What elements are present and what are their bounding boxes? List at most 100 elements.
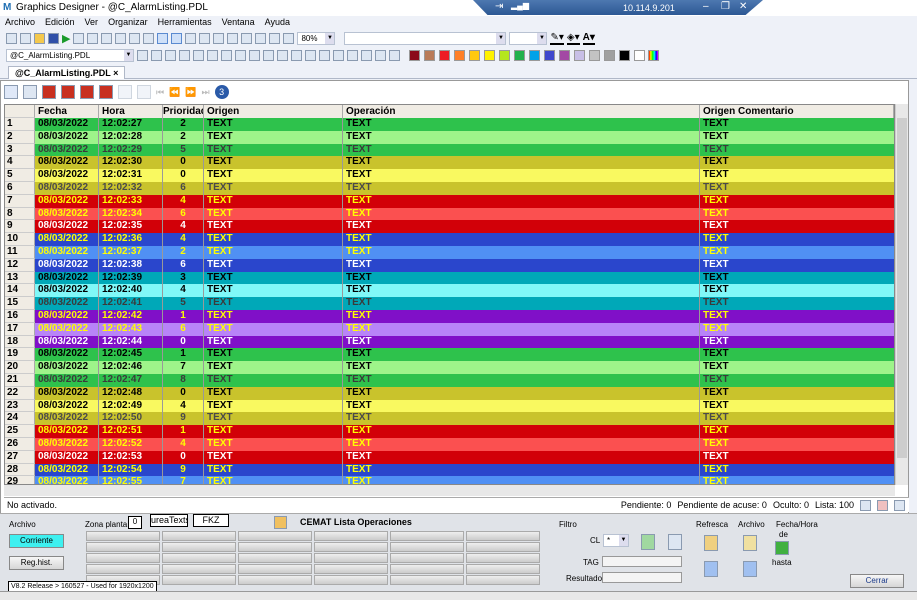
table-row[interactable]: 24 08/03/2022 12:02:50 9 TEXT TEXT TEXT bbox=[5, 412, 894, 426]
unlock-icon[interactable] bbox=[137, 85, 151, 99]
table-row[interactable]: 10 08/03/2022 12:02:36 4 TEXT TEXT TEXT bbox=[5, 233, 894, 246]
forward-icon[interactable]: ⏩ bbox=[185, 87, 196, 98]
table-row[interactable]: 5 08/03/2022 12:02:31 0 TEXT TEXT TEXT bbox=[5, 169, 894, 182]
table-row[interactable]: 1 08/03/2022 12:02:27 2 TEXT TEXT TEXT bbox=[5, 118, 894, 131]
scroll-thumb[interactable] bbox=[897, 118, 907, 458]
tab-alarm-listing[interactable]: @C_AlarmListing.PDL × bbox=[8, 66, 126, 79]
copy-icon[interactable] bbox=[87, 32, 99, 44]
header-operacion[interactable]: Operación bbox=[343, 105, 700, 118]
save-archive-icon[interactable] bbox=[743, 561, 757, 577]
align-icon[interactable] bbox=[179, 49, 190, 61]
area-button[interactable] bbox=[238, 553, 312, 563]
table-row[interactable]: 3 08/03/2022 12:02:29 5 TEXT TEXT TEXT bbox=[5, 143, 894, 157]
area-button[interactable] bbox=[238, 542, 312, 552]
new-icon[interactable] bbox=[6, 32, 17, 44]
area-button[interactable] bbox=[466, 531, 540, 541]
align-icon[interactable] bbox=[277, 49, 288, 61]
area-button[interactable] bbox=[466, 564, 540, 574]
area-button[interactable] bbox=[86, 564, 160, 574]
area-button[interactable] bbox=[314, 564, 388, 574]
folder-icon[interactable] bbox=[199, 32, 211, 44]
area-button[interactable] bbox=[86, 542, 160, 552]
color-swatch[interactable] bbox=[574, 49, 585, 61]
table-row[interactable]: 6 08/03/2022 12:02:32 6 TEXT TEXT TEXT bbox=[5, 181, 894, 195]
area-button[interactable] bbox=[390, 553, 464, 563]
table-row[interactable]: 8 08/03/2022 12:02:34 6 TEXT TEXT TEXT bbox=[5, 207, 894, 221]
database-icon[interactable] bbox=[704, 561, 718, 577]
align-icon[interactable] bbox=[137, 49, 148, 61]
menu-ventana[interactable]: Ventana bbox=[217, 16, 260, 30]
align-icon[interactable] bbox=[389, 49, 400, 61]
table-row[interactable]: 2 08/03/2022 12:02:28 2 TEXT TEXT TEXT bbox=[5, 130, 894, 144]
table-row[interactable]: 28 08/03/2022 12:02:54 9 TEXT TEXT TEXT bbox=[5, 463, 894, 477]
zoom-fit-icon[interactable] bbox=[283, 32, 295, 44]
clear-filter-icon[interactable] bbox=[668, 534, 682, 550]
area-button[interactable] bbox=[390, 531, 464, 541]
lock-icon[interactable] bbox=[118, 85, 132, 99]
area-button[interactable] bbox=[238, 531, 312, 541]
cut-icon[interactable] bbox=[73, 32, 85, 44]
color-swatch[interactable] bbox=[409, 49, 420, 61]
table-row[interactable]: 4 08/03/2022 12:02:30 0 TEXT TEXT TEXT bbox=[5, 156, 894, 170]
color-swatch[interactable] bbox=[469, 49, 480, 61]
align-icon[interactable] bbox=[221, 49, 232, 61]
tag-input[interactable] bbox=[602, 556, 682, 567]
color-swatch[interactable] bbox=[499, 49, 510, 61]
table-row[interactable]: 16 08/03/2022 12:02:42 1 TEXT TEXT TEXT bbox=[5, 309, 894, 323]
sort-icon[interactable] bbox=[4, 85, 18, 99]
align-icon[interactable] bbox=[249, 49, 260, 61]
library-icon[interactable] bbox=[213, 32, 225, 44]
color-swatch[interactable] bbox=[484, 49, 495, 61]
align-icon[interactable] bbox=[305, 49, 316, 61]
vertical-scrollbar[interactable] bbox=[895, 104, 908, 485]
cerrar-button[interactable]: Cerrar bbox=[850, 574, 904, 588]
resultado-input[interactable] bbox=[602, 572, 682, 583]
table-row[interactable]: 25 08/03/2022 12:02:51 1 TEXT TEXT TEXT bbox=[5, 425, 894, 438]
color-swatch[interactable] bbox=[454, 49, 465, 61]
align-icon[interactable] bbox=[151, 49, 162, 61]
restore-button[interactable]: ❐ bbox=[721, 1, 730, 12]
color-swatch[interactable] bbox=[589, 49, 600, 61]
align-icon[interactable] bbox=[361, 49, 372, 61]
area-button[interactable] bbox=[466, 553, 540, 563]
refresh-icon[interactable] bbox=[704, 535, 718, 551]
table-row[interactable]: 19 08/03/2022 12:02:45 1 TEXT TEXT TEXT bbox=[5, 348, 894, 362]
corriente-button[interactable]: Corriente bbox=[9, 534, 64, 548]
connect-icon[interactable] bbox=[193, 49, 204, 61]
properties-icon[interactable] bbox=[227, 32, 239, 44]
close-button[interactable]: ✕ bbox=[739, 1, 747, 12]
table-row[interactable]: 9 08/03/2022 12:02:35 4 TEXT TEXT TEXT bbox=[5, 220, 894, 234]
table-row[interactable]: 23 08/03/2022 12:02:49 4 TEXT TEXT TEXT bbox=[5, 399, 894, 413]
print-icon[interactable] bbox=[23, 85, 37, 99]
header-origen[interactable]: Origen bbox=[204, 105, 343, 118]
align-icon[interactable] bbox=[375, 49, 386, 61]
area-button[interactable] bbox=[314, 553, 388, 563]
font-color-icon[interactable]: A▾ bbox=[582, 32, 595, 45]
color-swatch[interactable] bbox=[619, 49, 630, 61]
menu-ayuda[interactable]: Ayuda bbox=[260, 16, 295, 30]
close-tab-icon[interactable]: × bbox=[113, 68, 118, 78]
apply-filter-icon[interactable] bbox=[641, 534, 655, 550]
area-button[interactable] bbox=[86, 531, 160, 541]
pin-icon[interactable]: ⇥ bbox=[495, 1, 503, 12]
zoom-in-icon[interactable] bbox=[255, 32, 267, 44]
header-prioridad[interactable]: Prioridad bbox=[163, 105, 204, 118]
align-icon[interactable] bbox=[319, 49, 330, 61]
undo-icon[interactable] bbox=[115, 32, 127, 44]
area-button[interactable] bbox=[390, 564, 464, 574]
table-row[interactable]: 21 08/03/2022 12:02:47 8 TEXT TEXT TEXT bbox=[5, 373, 894, 387]
color-swatch[interactable] bbox=[424, 49, 435, 61]
window-icon[interactable] bbox=[860, 499, 871, 511]
color-swatch[interactable] bbox=[544, 49, 555, 61]
first-icon[interactable]: ⏮ bbox=[156, 87, 164, 98]
menu-herramientas[interactable]: Herramientas bbox=[153, 16, 217, 30]
minimize-button[interactable]: – bbox=[703, 1, 709, 12]
color-swatch[interactable] bbox=[529, 49, 540, 61]
grid-icon[interactable] bbox=[157, 32, 169, 44]
area-button[interactable] bbox=[162, 564, 236, 574]
previous-page-icon[interactable] bbox=[61, 85, 75, 99]
table-row[interactable]: 22 08/03/2022 12:02:48 0 TEXT TEXT TEXT bbox=[5, 386, 894, 400]
header-fecha[interactable]: Fecha bbox=[35, 105, 99, 118]
next-page-icon[interactable] bbox=[80, 85, 94, 99]
open-archive-icon[interactable] bbox=[743, 535, 757, 551]
